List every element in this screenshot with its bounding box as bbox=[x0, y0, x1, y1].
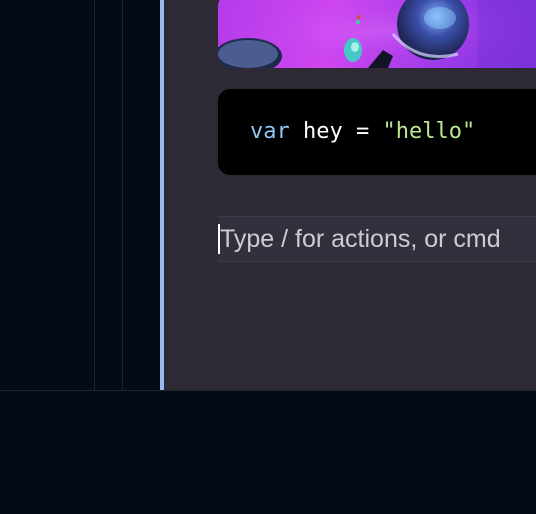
code-operator: = bbox=[356, 119, 370, 144]
abstract-3d-image-icon bbox=[218, 0, 536, 68]
app-window: var hey = "hello" Type / for actions, or… bbox=[0, 0, 536, 514]
command-input-placeholder: Type / for actions, or cmd bbox=[220, 225, 501, 253]
code-line: var hey = "hello" bbox=[250, 89, 475, 175]
command-input[interactable]: Type / for actions, or cmd bbox=[218, 216, 536, 262]
left-panel bbox=[0, 0, 160, 390]
bottom-panel bbox=[0, 390, 536, 514]
column-divider bbox=[94, 0, 95, 390]
image-block[interactable] bbox=[218, 0, 536, 68]
code-block[interactable]: var hey = "hello" bbox=[218, 89, 536, 175]
code-identifier: hey bbox=[303, 119, 343, 144]
code-keyword: var bbox=[250, 119, 290, 144]
editor-pane: var hey = "hello" Type / for actions, or… bbox=[164, 0, 536, 390]
code-string: "hello" bbox=[382, 119, 476, 144]
column-divider bbox=[122, 0, 123, 390]
